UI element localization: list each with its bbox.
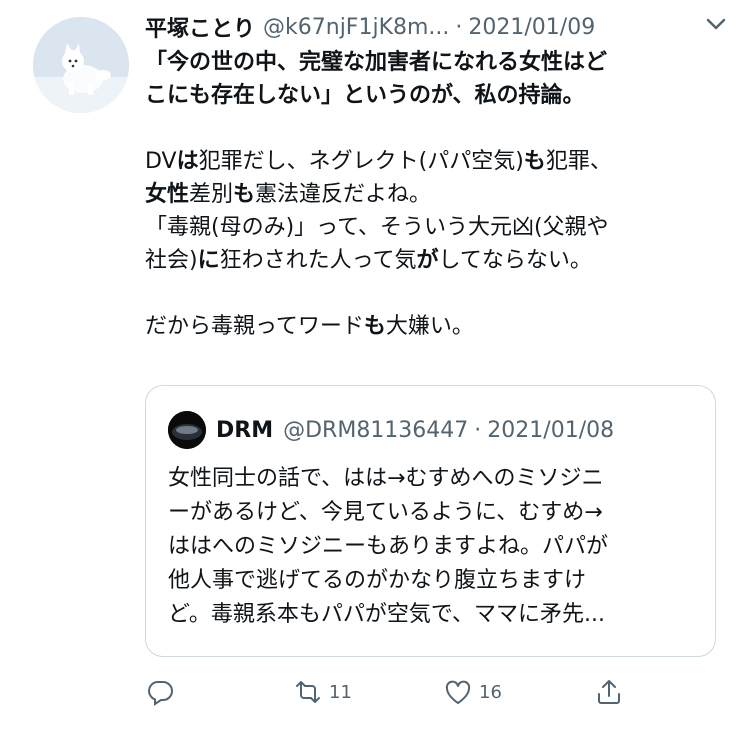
- text-segment: 「今の世の中、完璧な加害者になれる女性はど: [145, 50, 608, 75]
- heart-icon: [445, 680, 471, 704]
- chevron-down-icon: [706, 18, 726, 30]
- more-menu-button[interactable]: [700, 8, 732, 40]
- quoted-text-line: 他人事で逃げてるのがかなり腹立ちますけ: [168, 568, 587, 593]
- text-segment: も: [523, 149, 546, 174]
- retweet-icon: [296, 681, 320, 703]
- arctic-fox-avatar-icon: [33, 17, 129, 113]
- tweet-text-line: こにも存在しない」というのが、私の持論。: [145, 79, 725, 112]
- separator: ·: [474, 417, 482, 443]
- avatar[interactable]: [33, 17, 129, 113]
- text-segment: も: [233, 182, 256, 207]
- retweet-button[interactable]: 11: [293, 670, 352, 714]
- tweet-text-line: 女性差別も憲法違反だよね。: [145, 178, 725, 211]
- tweet-text-line: 「今の世の中、完璧な加害者になれる女性はど: [145, 46, 725, 79]
- text-segment: DV: [145, 149, 177, 174]
- tweet-text: 「今の世の中、完璧な加害者になれる女性はど こにも存在しない」というのが、私の持論…: [145, 46, 725, 343]
- quoted-tweet-date: 2021/01/08: [487, 417, 615, 443]
- quoted-author-name: DRM: [216, 417, 274, 443]
- tweet-header: 平塚ことり @k67njF1jK8m... · 2021/01/09: [145, 10, 745, 44]
- like-count: 16: [479, 681, 502, 703]
- tweet-text-line: 社会)に狂わされた人って気がしてならない。: [145, 244, 725, 277]
- share-button[interactable]: [594, 670, 624, 714]
- quoted-avatar: [168, 411, 206, 449]
- quoted-text-line: ど。毒親系本もパパが空気で、ママに矛先...: [168, 602, 606, 627]
- text-segment: 大嫌い。: [385, 314, 474, 339]
- quoted-tweet-text: 女性同士の話で、はは→むすめへのミソジニ ーがあるけど、今見ているように、むすめ→…: [168, 462, 698, 632]
- text-segment: も: [363, 314, 386, 339]
- text-segment: が: [416, 248, 439, 273]
- reply-button[interactable]: [145, 670, 181, 714]
- text-segment: に: [197, 248, 220, 273]
- author-handle[interactable]: @k67njF1jK8m...: [263, 15, 449, 40]
- author-name[interactable]: 平塚ことり: [145, 11, 255, 43]
- tweet-text-line: DVは犯罪だし、ネグレクト(パパ空気)も犯罪、: [145, 145, 725, 178]
- dark-object-avatar-icon: [168, 411, 206, 449]
- quoted-text-line: 女性同士の話で、はは→むすめへのミソジニ: [168, 466, 604, 491]
- action-bar: 11 16: [145, 670, 735, 714]
- text-segment: こにも存在しない」というのが、私の持論。: [145, 83, 585, 108]
- text-segment: 「毒親(母のみ)」って、そういう大元凶(父親や: [145, 215, 609, 240]
- quoted-text-line: ははへのミソジニーもありますよね。パパが: [168, 534, 609, 559]
- text-segment: 女性: [145, 182, 190, 207]
- text-segment: してならない。: [438, 248, 592, 273]
- text-segment: 社会): [145, 248, 198, 273]
- tweet-text-line: だから毒親ってワードも大嫌い。: [145, 310, 725, 343]
- like-button[interactable]: 16: [443, 670, 502, 714]
- text-segment: だから毒親ってワード: [145, 314, 364, 339]
- quoted-author-handle: @DRM81136447: [283, 417, 469, 443]
- text-segment: は: [176, 149, 199, 174]
- text-segment: 差別: [189, 182, 234, 207]
- share-icon: [598, 680, 620, 704]
- tweet-text-line: 「毒親(母のみ)」って、そういう大元凶(父親や: [145, 211, 725, 244]
- reply-icon: [148, 681, 173, 706]
- quoted-tweet-header: DRM @DRM81136447 · 2021/01/08: [168, 410, 614, 450]
- quoted-text-line: ーがあるけど、今見ているように、むすめ→: [168, 500, 603, 525]
- text-segment: 狂わされた人って気: [219, 248, 417, 273]
- separator: ·: [455, 14, 463, 40]
- tweet-date[interactable]: 2021/01/09: [468, 15, 595, 40]
- retweet-count: 11: [329, 681, 352, 703]
- text-segment: 憲法違反だよね。: [255, 182, 432, 207]
- text-segment: 犯罪だし、ネグレクト(パパ空気): [198, 149, 524, 174]
- text-segment: 犯罪、: [545, 149, 612, 174]
- quoted-tweet[interactable]: DRM @DRM81136447 · 2021/01/08 女性同士の話で、はは…: [145, 385, 716, 657]
